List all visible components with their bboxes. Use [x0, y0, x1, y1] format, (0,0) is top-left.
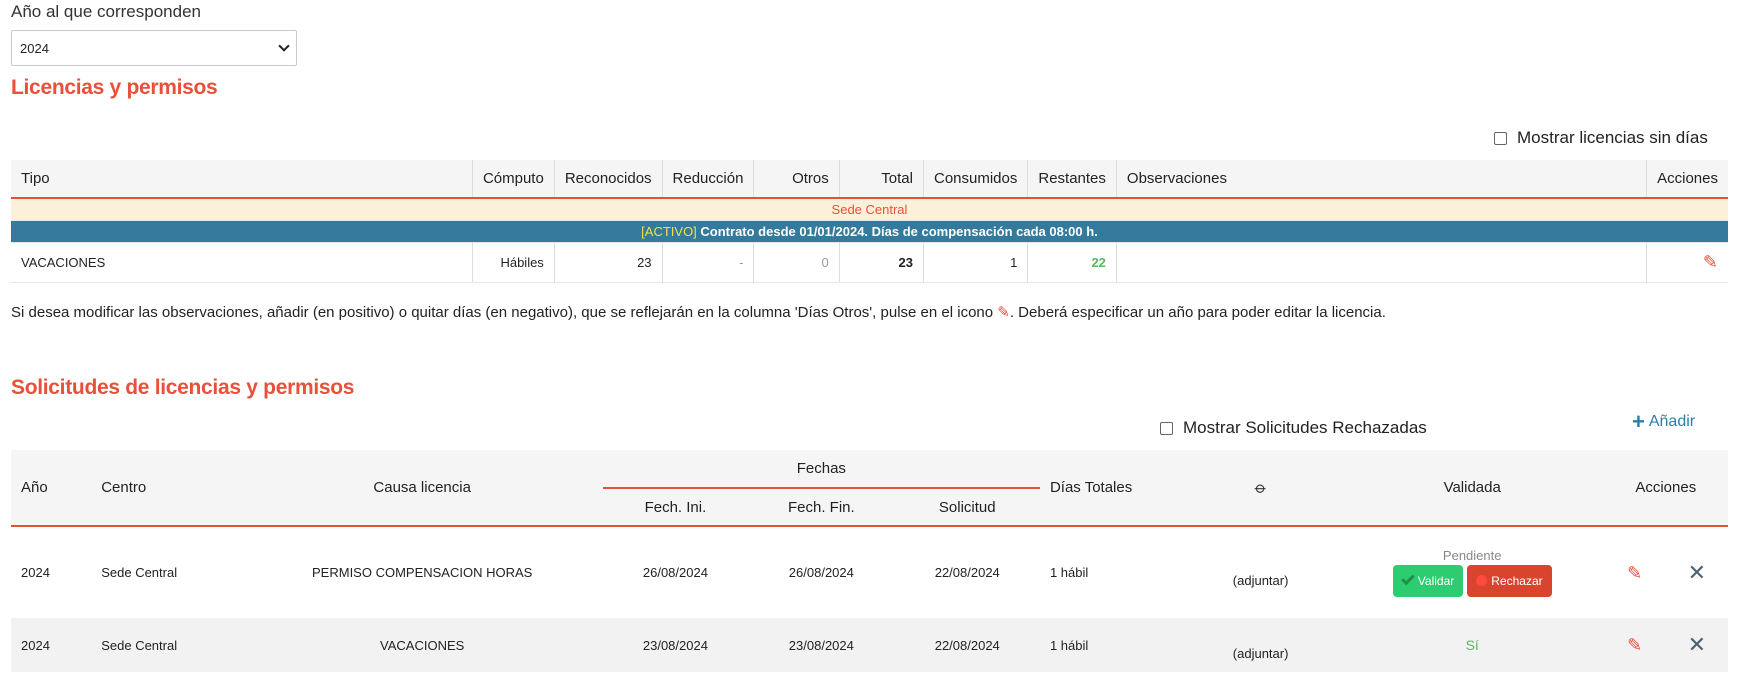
cell-fech-fin: 26/08/2024 — [748, 526, 895, 618]
table-row: 2024 Sede Central VACACIONES 23/08/2024 … — [11, 618, 1728, 672]
edit-note-before: Si desea modificar las observaciones, añ… — [11, 304, 998, 321]
contrato-banner: [ACTIVO] Contrato desde 01/01/2024. Días… — [11, 220, 1728, 243]
col-observaciones: Observaciones — [1116, 160, 1648, 199]
col-fech-ini: Fech. Ini. — [602, 488, 749, 527]
show-no-days-checkbox[interactable] — [1494, 131, 1507, 145]
plus-icon: + — [1632, 409, 1645, 434]
check-icon — [1401, 571, 1415, 586]
adjuntar-link[interactable]: (adjuntar) — [1233, 573, 1289, 588]
licencias-table: Tipo Cómputo Reconocidos Reducción Otros… — [11, 160, 1728, 283]
col-total: Total — [839, 160, 924, 199]
show-rejected-label: Mostrar Solicitudes Rechazadas — [1183, 418, 1427, 437]
cell-otros: 0 — [753, 242, 840, 283]
solicitudes-title: Solicitudes de licencias y permisos — [11, 376, 355, 399]
col-consumidos: Consumidos — [923, 160, 1029, 199]
year-select-value: 2024 — [20, 40, 49, 56]
year-select[interactable]: 2024 — [11, 30, 297, 66]
cell-anio: 2024 — [11, 618, 92, 672]
col-validada: Validada — [1340, 450, 1604, 527]
cell-acciones: ✎ — [1646, 242, 1728, 283]
show-no-days-label: Mostrar licencias sin días — [1517, 128, 1708, 147]
reject-icon — [1476, 575, 1488, 586]
col-centro: Centro — [91, 450, 242, 527]
pencil-icon: ✎ — [997, 304, 1010, 321]
year-label: Año al que corresponden — [11, 2, 201, 21]
adjuntar-link[interactable]: (adjuntar) — [1233, 646, 1289, 661]
rechazar-label: Rechazar — [1491, 574, 1543, 588]
cell-observaciones — [1116, 242, 1648, 283]
show-rejected-checkbox[interactable] — [1160, 421, 1173, 435]
table-row: 2024 Sede Central PERMISO COMPENSACION H… — [11, 526, 1728, 618]
col-acciones: Acciones — [1603, 450, 1728, 527]
cell-solicitud: 22/08/2024 — [894, 618, 1040, 672]
pencil-icon[interactable]: ✎ — [1703, 253, 1718, 271]
validar-button[interactable]: Validar — [1392, 565, 1464, 597]
cell-total: 23 — [839, 242, 924, 283]
validar-label: Validar — [1417, 574, 1455, 588]
pencil-icon[interactable]: ✎ — [1627, 636, 1642, 654]
col-fech-fin: Fech. Fin. — [748, 488, 895, 527]
cell-solicitud: 22/08/2024 — [894, 526, 1040, 618]
cell-computo: Hábiles — [472, 242, 555, 283]
edit-note: Si desea modificar las observaciones, añ… — [11, 304, 1386, 321]
col-fechas: Fechas — [602, 450, 1040, 489]
col-restantes: Restantes — [1027, 160, 1117, 199]
add-label: Añadir — [1648, 413, 1696, 430]
show-no-days-toggle[interactable]: Mostrar licencias sin días — [1494, 128, 1708, 148]
sede-group-header: Sede Central — [11, 198, 1728, 221]
col-otros: Otros — [753, 160, 840, 199]
contrato-text: Contrato desde 01/01/2024. Días de compe… — [696, 223, 1098, 239]
col-reconocidos: Reconocidos — [554, 160, 663, 199]
paperclip-icon: ⌀ — [1250, 478, 1270, 498]
rechazar-button[interactable]: Rechazar — [1467, 565, 1552, 597]
cell-fech-ini: 26/08/2024 — [602, 526, 749, 618]
col-adjunto: ⌀ — [1180, 450, 1341, 527]
cell-centro: Sede Central — [91, 618, 242, 672]
cell-anio: 2024 — [11, 526, 92, 618]
cell-causa: PERMISO COMPENSACION HORAS — [241, 526, 603, 618]
col-tipo: Tipo — [11, 160, 473, 199]
col-anio: Año — [11, 450, 92, 527]
cell-tipo: VACACIONES — [11, 242, 473, 283]
cell-reduccion: - — [662, 242, 755, 283]
col-causa: Causa licencia — [241, 450, 603, 527]
status-badge: Pendiente — [1442, 548, 1502, 563]
col-solicitud: Solicitud — [894, 488, 1040, 527]
cell-fech-ini: 23/08/2024 — [602, 618, 749, 672]
cell-causa: VACACIONES — [241, 618, 603, 672]
cell-restantes: 22 — [1027, 242, 1117, 283]
licencias-title: Licencias y permisos — [11, 76, 218, 99]
cell-fech-fin: 23/08/2024 — [748, 618, 895, 672]
cell-dias: 1 hábil — [1039, 618, 1181, 672]
cell-validada: Pendiente Validar Rechazar — [1340, 526, 1604, 618]
close-icon[interactable]: ✕ — [1688, 560, 1706, 585]
show-rejected-toggle[interactable]: Mostrar Solicitudes Rechazadas — [1160, 418, 1427, 438]
chevron-down-icon — [278, 40, 290, 52]
cell-reconocidos: 23 — [554, 242, 663, 283]
cell-dias: 1 hábil — [1039, 526, 1181, 618]
pencil-icon[interactable]: ✎ — [1627, 564, 1642, 582]
col-computo: Cómputo — [472, 160, 555, 199]
close-icon[interactable]: ✕ — [1688, 632, 1706, 657]
add-solicitud-button[interactable]: + Añadir — [1632, 409, 1696, 434]
cell-consumidos: 1 — [923, 242, 1029, 283]
col-dias: Días Totales — [1039, 450, 1181, 527]
status-badge: Sí — [1465, 637, 1479, 653]
edit-note-after: . Deberá especificar un año para poder e… — [1009, 304, 1386, 321]
col-reduccion: Reducción — [662, 160, 755, 199]
contrato-status: [ACTIVO] — [641, 223, 697, 239]
solicitudes-table: Año Centro Causa licencia Fechas Días To… — [11, 450, 1728, 672]
cell-centro: Sede Central — [91, 526, 242, 618]
table-row: VACACIONES Hábiles 23 - 0 23 1 22 ✎ — [11, 242, 1728, 283]
col-acciones: Acciones — [1646, 160, 1728, 199]
